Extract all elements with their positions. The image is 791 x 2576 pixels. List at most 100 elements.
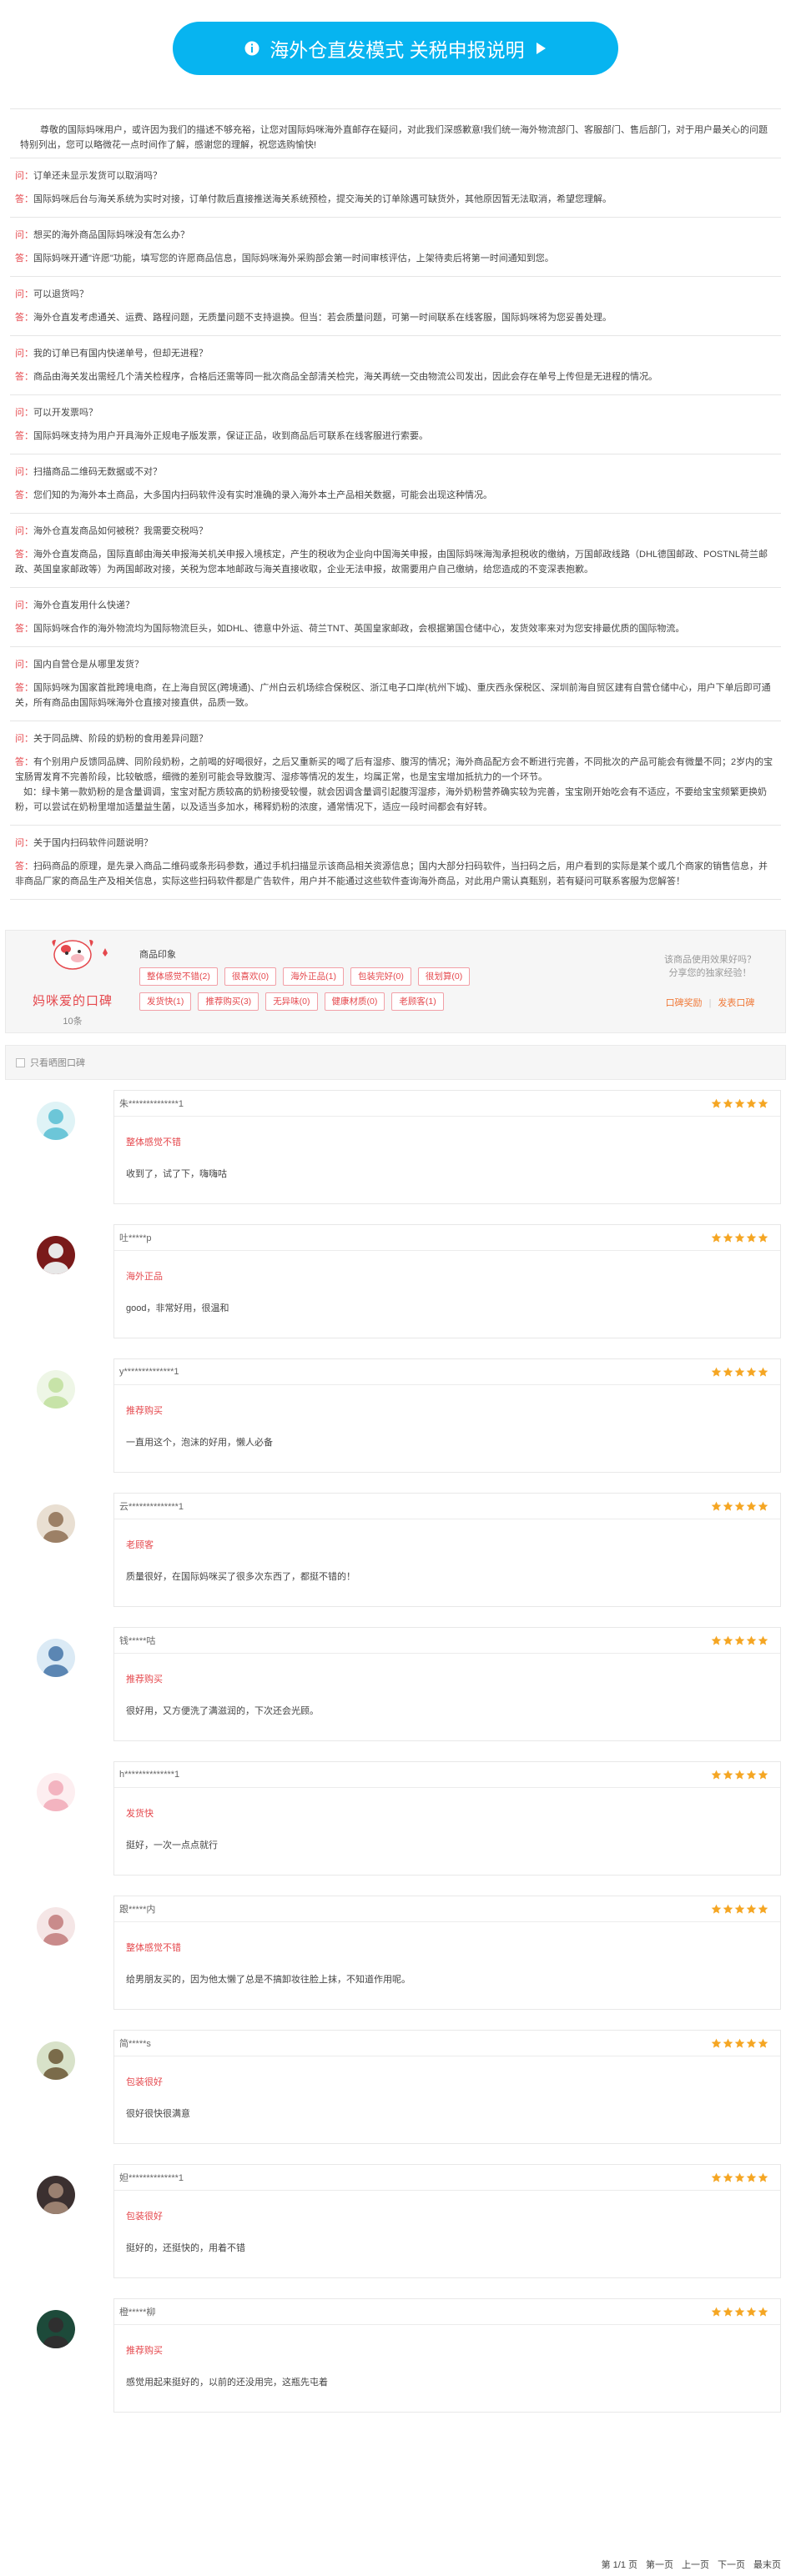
star-icon (734, 1770, 745, 1780)
faq-question: 问：关于同品牌、阶段的奶粉的食用差异问题？ (15, 731, 776, 746)
star-icon (734, 1501, 745, 1511)
review-card: 云**************1 老顾客 质量很好，在国际妈咪买了很多次东西了，都挺… (113, 1493, 781, 1607)
review-header: h**************1 (114, 1762, 780, 1788)
next-page-link[interactable]: 下一页 (718, 2558, 745, 2571)
faq-answer: 答：国际妈咪开通"许愿"功能，填写您的许愿商品信息，国际妈咪海外采购部会第一时间… (15, 251, 776, 266)
impression-chip[interactable]: 老顾客(1) (391, 992, 444, 1011)
question-tag: 问： (15, 600, 33, 610)
last-page-link[interactable]: 最末页 (753, 2558, 781, 2571)
review-text: 很好很快很满意 (126, 2109, 190, 2119)
answer-tag: 答： (15, 490, 33, 500)
faq-item: 问：海外仓直发用什么快递？ 答：国际妈咪合作的海外物流均为国际物流巨头，如DHL、… (10, 588, 781, 647)
review-tag: 推荐购买 (126, 2346, 163, 2356)
faq-item: 问：关于同品牌、阶段的奶粉的食用差异问题？ 答：有个别用户反馈同品牌、同阶段奶粉，… (10, 721, 781, 826)
faq-question: 问：关于国内扫码软件问题说明？ (15, 836, 776, 851)
faq-question: 问：扫描商品二维码无数据或不对？ (15, 464, 776, 480)
review-item: y**************1 推荐购买 一直用这个，泡沫的好用，懒人必备 (0, 1358, 791, 1493)
review-text: 挺好的，还挺快的，用着不错 (126, 2243, 245, 2253)
page-info: 第 1/1 页 (601, 2560, 637, 2570)
star-icon (746, 2307, 757, 2317)
question-tag: 问： (15, 408, 33, 418)
question-tag: 问： (15, 526, 33, 536)
reviewer-name: h**************1 (119, 1770, 180, 1780)
customs-notice-banner[interactable]: 海外仓直发模式 关税申报说明 (173, 22, 618, 75)
question-text: 海外仓直发商品如何被税？我需要交税吗？ (33, 526, 208, 536)
page: 海外仓直发模式 关税申报说明 尊敬的国际妈咪用户，或许因为我们的描述不够充裕，让… (0, 0, 791, 2576)
faq-question: 问：想买的海外商品国际妈咪没有怎么办？ (15, 228, 776, 243)
review-card: 跟*****内 整体感觉不错 给男朋友买的，因为他太懒了总是不搞卸妆往脸上抹，不知道… (113, 1896, 781, 2010)
reviewer-name: 简*****s (119, 2039, 151, 2049)
review-reward-link[interactable]: 口碑奖励 (666, 997, 703, 1010)
faq-question: 问：我的订单已有国内快递单号，但却无进程？ (15, 346, 776, 361)
impression-chip[interactable]: 包装完好(0) (350, 967, 411, 986)
review-card: 简*****s 包装很好 很好很快很满意 (113, 2030, 781, 2144)
faq-answer: 答：您们知的为海外本土商品，大多国内扫码软件没有实时准确的录入海外本土产品相关数… (15, 488, 776, 503)
review-tag: 发货快 (126, 1809, 154, 1819)
answer-tag: 答： (15, 624, 33, 634)
reviewer-name: 钱*****咕 (119, 1636, 156, 1646)
star-icon (711, 1770, 722, 1780)
review-item: 妲**************1 包装很好 挺好的，还挺快的，用着不错 (0, 2164, 791, 2298)
impression-chip[interactable]: 健康材质(0) (324, 992, 385, 1011)
impression-chip[interactable]: 发货快(1) (139, 992, 192, 1011)
avatar (37, 2041, 75, 2080)
faq-section: 尊敬的国际妈咪用户，或许因为我们的描述不够充裕，让您对国际妈咪海外直邮存在疑问，… (10, 108, 781, 900)
star-icon (723, 1098, 733, 1108)
first-page-link[interactable]: 第一页 (646, 2558, 673, 2571)
rating-stars (711, 2172, 768, 2183)
review-tag: 海外正品 (126, 1272, 163, 1282)
faq-question: 问：订单还未显示发货可以取消吗？ (15, 168, 776, 183)
prev-page-link[interactable]: 上一页 (682, 2558, 709, 2571)
star-icon (734, 1098, 745, 1108)
star-icon (711, 2172, 722, 2182)
star-icon (758, 1904, 768, 1914)
star-icon (723, 1635, 733, 1645)
reviewer-name: 朱**************1 (119, 1099, 184, 1109)
faq-answer: 答：国际妈咪为国家首批跨境电商，在上海自贸区(跨境通)、广州白云机场综合保税区、… (15, 680, 776, 711)
star-icon (723, 1233, 733, 1243)
answer-tag: 答： (15, 861, 33, 871)
impression-chip[interactable]: 无异味(0) (265, 992, 318, 1011)
reviewer-name: y**************1 (119, 1367, 179, 1377)
answer-text: 国际妈咪支持为用户开具海外正规电子版发票，保证正品，收到商品后可联系在线客服进行… (33, 431, 428, 441)
question-text: 海外仓直发用什么快递？ (33, 600, 134, 610)
reviewer-name: 吐*****p (119, 1233, 152, 1243)
answer-text: 海外仓直发商品，国际直邮由海关申报海关机关申报入境核定，产生的税收为企业向中国海… (15, 550, 768, 575)
answer-text: 如：绿卡第一款奶粉的是含量调调，宝宝对配方质较高的奶粉接受较慢，就会因调含量调引… (15, 787, 767, 812)
banner-title: 海外仓直发模式 关税申报说明 (270, 39, 525, 61)
impression-chip[interactable]: 很喜欢(0) (224, 967, 277, 986)
review-header: 钱*****咕 (114, 1628, 780, 1654)
star-icon (758, 1501, 768, 1511)
review-text: 感觉用起来挺好的，以前的还没用完，这瓶先屯着 (126, 2378, 328, 2388)
review-text: 收到了，试了下，嗨嗨咕 (126, 1169, 227, 1179)
review-count: 10条 (63, 1016, 83, 1027)
review-card: h**************1 发货快 挺好，一次一点点就行 (113, 1761, 781, 1876)
review-tag: 整体感觉不错 (126, 1137, 181, 1147)
post-review-link[interactable]: 发表口碑 (718, 997, 754, 1010)
impression-chip[interactable]: 推荐购买(3) (198, 992, 259, 1011)
faq-item: 问：关于国内扫码软件问题说明？ 答：扫码商品的原理，是先录入商品二维码或条形码参数… (10, 826, 781, 900)
faq-answer: 答：国际妈咪支持为用户开具海外正规电子版发票，保证正品，收到商品后可联系在线客服… (15, 429, 776, 444)
impression-chip[interactable]: 整体感觉不错(2) (139, 967, 218, 986)
impression-chip[interactable]: 海外正品(1) (283, 967, 345, 986)
star-icon (734, 1635, 745, 1645)
photo-filter[interactable]: 只看晒图口碑 (5, 1045, 786, 1080)
star-icon (758, 2172, 768, 2182)
rating-stars (711, 1635, 768, 1646)
star-icon (711, 1233, 722, 1243)
rating-stars (711, 1367, 768, 1378)
rating-stars (711, 1233, 768, 1243)
review-text: 给男朋友买的，因为他太懒了总是不搞卸妆往脸上抹，不知道作用呢。 (126, 1975, 411, 1985)
arrow-right-icon (536, 43, 546, 54)
faq-answer: 答：国际妈咪后台与海关系统为实时对接，订单付款后直接推送海关系统预检，提交海关的… (15, 192, 776, 207)
photo-only-checkbox[interactable] (16, 1057, 25, 1067)
answer-tag: 答： (15, 431, 33, 441)
reviewer-name: 跟*****内 (119, 1905, 156, 1915)
banner-area: 海外仓直发模式 关税申报说明 (0, 0, 791, 97)
review-card: 钱*****咕 推荐购买 很好用，又方便洗了满滋润的，下次还会光顾。 (113, 1627, 781, 1741)
impression-chip[interactable]: 很划算(0) (417, 967, 471, 986)
star-icon (711, 2038, 722, 2048)
answer-text: 商品由海关发出需经几个清关检程序，合格后还需等同一批次商品全部清关检完，海关再统… (33, 372, 657, 382)
review-item: 跟*****内 整体感觉不错 给男朋友买的，因为他太懒了总是不搞卸妆往脸上抹，不知道… (0, 1896, 791, 2030)
star-icon (746, 1098, 757, 1108)
